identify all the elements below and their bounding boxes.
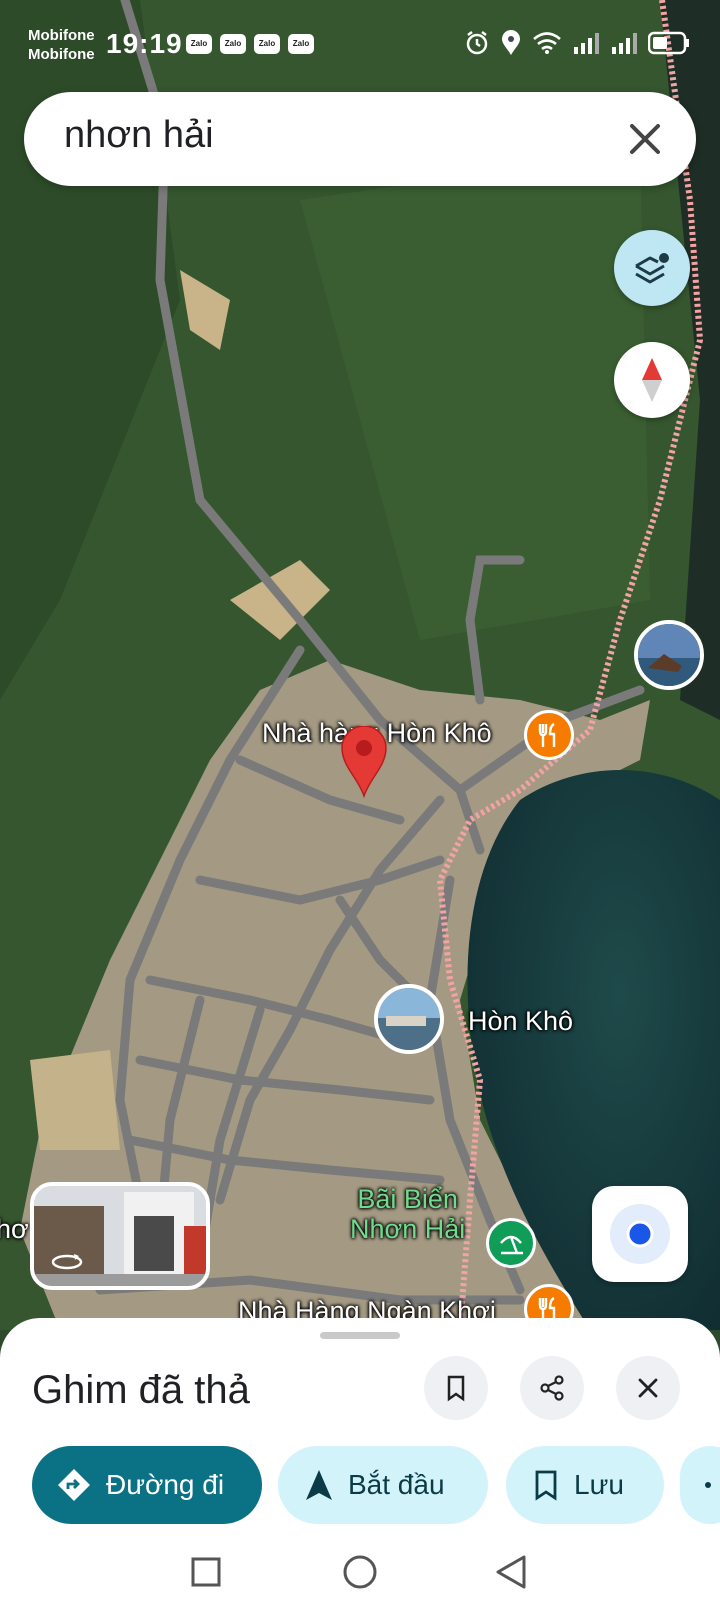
signal-icon: [612, 33, 637, 54]
share-button[interactable]: [520, 1356, 584, 1420]
map-label-beach-nhon-hai[interactable]: Bãi Biển Nhơn Hải: [350, 1184, 465, 1244]
layers-button[interactable]: [614, 230, 690, 306]
search-input[interactable]: nhơn hải: [64, 114, 214, 157]
share-icon: [705, 1482, 711, 1488]
my-location-icon: [610, 1204, 670, 1264]
bookmark-button[interactable]: [424, 1356, 488, 1420]
start-button[interactable]: Bắt đầu: [278, 1446, 488, 1524]
share-icon: [540, 1375, 564, 1401]
sheet-title: Ghim đã thả: [32, 1368, 250, 1412]
battery-icon: [648, 31, 689, 55]
location-icon: [502, 30, 520, 55]
more-actions-button[interactable]: [680, 1446, 720, 1524]
directions-label: Đường đi: [106, 1469, 225, 1500]
bookmark-icon: [535, 1470, 557, 1501]
photo-coast[interactable]: [634, 620, 704, 690]
directions-icon: [58, 1469, 90, 1501]
zalo-notification-icon: Zalo: [254, 34, 280, 54]
save-button[interactable]: Lưu: [506, 1446, 664, 1524]
zalo-notification-icon: Zalo: [288, 34, 314, 54]
beach-label-line2: Nhơn Hải: [350, 1214, 466, 1244]
carrier-1: Mobifone: [28, 27, 95, 44]
zalo-notification-icon: Zalo: [186, 34, 212, 54]
back-icon[interactable]: [494, 1554, 528, 1590]
carrier-2: Mobifone: [28, 46, 95, 63]
beach-label-line1: Bãi Biển: [357, 1184, 458, 1214]
street-view-thumbnail[interactable]: [30, 1182, 210, 1290]
satellite-imagery: [0, 0, 720, 1330]
my-location-button[interactable]: [592, 1186, 688, 1282]
rotate-360-icon: [51, 1254, 83, 1270]
status-bar: Mobifone Mobifone 19:19 Zalo Zalo Zalo Z…: [0, 0, 720, 90]
photo-hon-kho[interactable]: [374, 984, 444, 1054]
start-label: Bắt đầu: [348, 1469, 445, 1500]
save-label: Lưu: [574, 1469, 624, 1500]
place-bottom-sheet[interactable]: Ghim đã thả Đường đi Bắt đầu Lưu: [0, 1318, 720, 1608]
navigation-arrow-icon: [306, 1470, 332, 1500]
map-view[interactable]: Nhà hàng Hòn Khô Hòn Khô Bãi Biển Nhơn H…: [0, 0, 720, 1330]
wifi-icon: [533, 32, 561, 54]
system-navigation-bar: [0, 1536, 720, 1608]
clock: 19:19: [106, 28, 183, 59]
dropped-pin-icon[interactable]: [340, 726, 388, 798]
carrier-labels: Mobifone Mobifone: [28, 26, 95, 64]
compass-icon: [642, 358, 662, 402]
directions-button[interactable]: Đường đi: [32, 1446, 262, 1524]
home-icon[interactable]: [342, 1554, 378, 1590]
search-bar[interactable]: nhơn hải: [24, 92, 696, 186]
compass-button[interactable]: [614, 342, 690, 418]
signal-icon: [574, 33, 599, 54]
close-sheet-button[interactable]: [616, 1356, 680, 1420]
bookmark-icon: [447, 1375, 465, 1402]
drag-handle[interactable]: [320, 1332, 400, 1339]
map-label-hon-kho[interactable]: Hòn Khô: [468, 1006, 573, 1037]
layers-icon: [635, 253, 669, 284]
close-icon: [638, 1378, 658, 1398]
restaurant-icon[interactable]: [524, 710, 574, 760]
zalo-notification-icon: Zalo: [220, 34, 246, 54]
alarm-icon: [466, 31, 488, 55]
recents-icon[interactable]: [190, 1556, 222, 1588]
clear-search-icon[interactable]: [624, 118, 666, 160]
map-label-edge: hơ: [0, 1214, 29, 1244]
beach-icon[interactable]: [486, 1218, 536, 1268]
